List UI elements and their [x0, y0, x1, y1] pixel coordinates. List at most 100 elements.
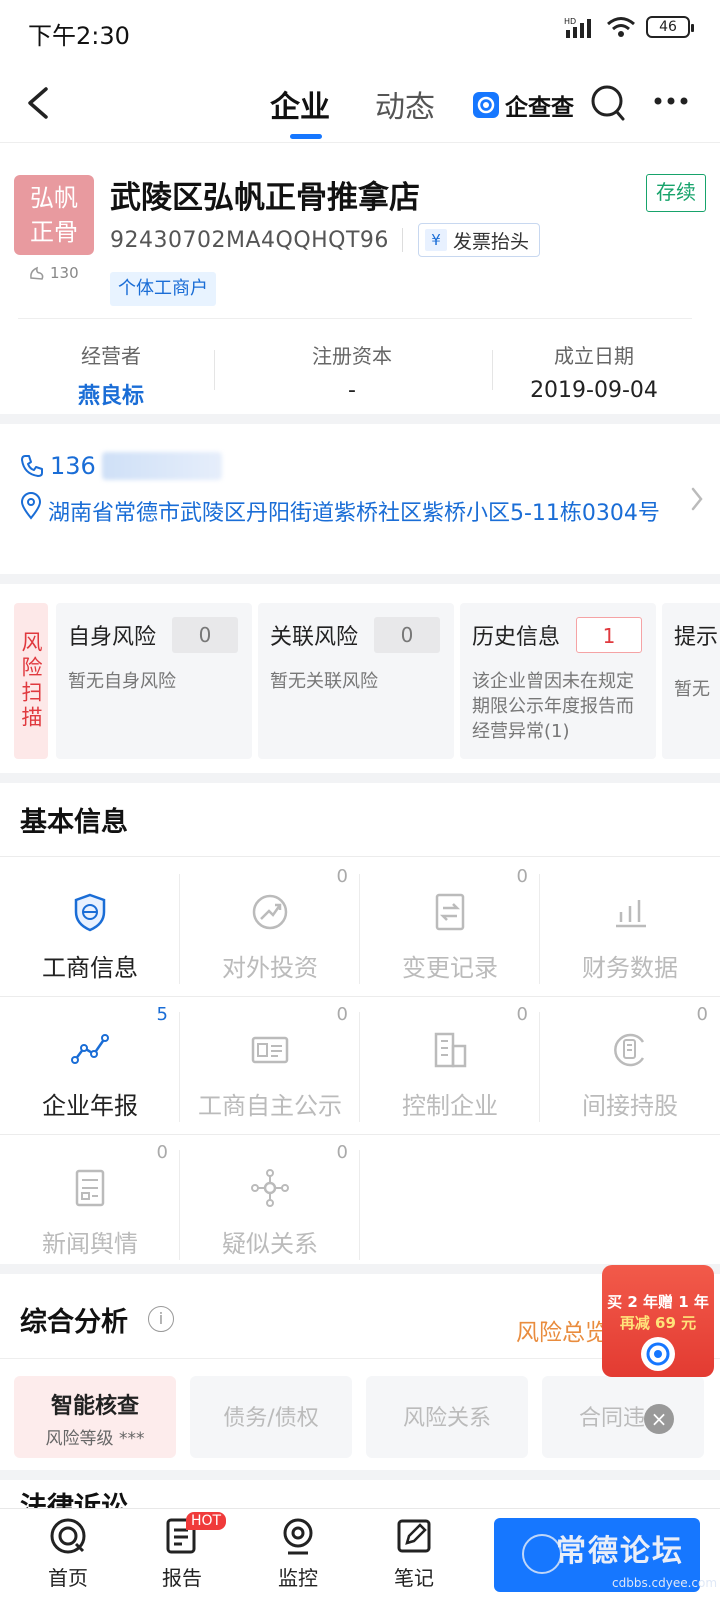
risk-card-desc: 暂无	[674, 679, 710, 700]
stat-separator	[492, 350, 493, 390]
grid-item-investment[interactable]: 0 对外投资	[180, 860, 360, 998]
grid-item-label: 工商自主公示	[198, 1092, 342, 1120]
risk-card-history[interactable]: 历史信息 1 该企业曾因未在规定期限公示年度报告而经营异常(1)	[460, 603, 656, 759]
grid-item-suspected-relation[interactable]: 0 疑似关系	[180, 1136, 360, 1274]
view-count: 130	[28, 264, 79, 282]
risk-card-title: 提示	[674, 625, 719, 650]
risk-card-self[interactable]: 自身风险 0 暂无自身风险	[56, 603, 252, 759]
section-divider	[0, 414, 720, 424]
promo-close-icon[interactable]: ×	[644, 1404, 674, 1434]
analysis-card-debt[interactable]: 债务/债权	[190, 1376, 352, 1458]
grid-divider	[0, 856, 720, 857]
chevron-right-icon[interactable]	[690, 486, 704, 512]
yen-icon: ¥	[425, 229, 447, 251]
grid-item-business-info[interactable]: 工商信息	[0, 860, 180, 998]
invoice-title-button[interactable]: ¥ 发票抬头	[418, 223, 541, 257]
grid-item-label: 新闻舆情	[42, 1230, 138, 1258]
analysis-card-risk-relation[interactable]: 风险关系	[366, 1376, 528, 1458]
stat-date-value: 2019-09-04	[530, 378, 658, 403]
qcc-brand-button[interactable]: 企查查	[473, 88, 574, 122]
analysis-card-contract[interactable]: 合同违约	[542, 1376, 704, 1458]
grid-item-label: 疑似关系	[222, 1230, 318, 1258]
status-badge: 存续	[646, 174, 706, 212]
info-icon[interactable]: i	[148, 1306, 174, 1332]
bottom-nav-label: 监控	[278, 1566, 318, 1590]
grid-item-financial[interactable]: 财务数据	[540, 860, 720, 998]
entity-type-tag: 个体工商户	[110, 272, 216, 306]
battery-icon: 46	[646, 16, 694, 38]
risk-card-desc: 暂无关联风险	[270, 671, 378, 692]
grid-item-annual-report[interactable]: 5 企业年报	[0, 998, 180, 1136]
id-card-icon	[250, 1030, 290, 1070]
edit-note-icon	[394, 1516, 434, 1556]
more-dots-icon	[654, 97, 688, 105]
risk-card-title: 历史信息	[472, 625, 561, 650]
bottom-nav-notes[interactable]: 笔记	[364, 1516, 464, 1591]
grid-item-count: 0	[336, 1142, 348, 1163]
risk-card-count: 0	[172, 617, 238, 653]
promo-logo-icon	[641, 1337, 675, 1371]
location-pin-icon	[20, 492, 42, 520]
grid-item-news[interactable]: 0 新闻舆情	[0, 1136, 180, 1274]
analysis-title: 综合分析	[20, 1307, 128, 1338]
risk-card-hint[interactable]: 提示 暂无	[662, 603, 720, 759]
shareholding-icon	[610, 1030, 650, 1070]
tab-active-indicator	[290, 134, 322, 139]
grid-item-label: 控制企业	[402, 1092, 498, 1120]
address-text[interactable]: 湖南省常德市武陵区丹阳街道紫桥社区紫桥小区5-11栋0304号	[48, 496, 684, 532]
analysis-card-smart-check[interactable]: 智能核查 风险等级 ***	[14, 1376, 176, 1458]
section-divider	[0, 773, 720, 783]
analysis-card-title: 智能核查	[50, 1394, 139, 1419]
hot-badge: HOT	[186, 1512, 227, 1530]
grid-item-count: 0	[156, 1142, 168, 1163]
grid-item-controlled[interactable]: 0 控制企业	[360, 998, 540, 1136]
grid-item-count: 0	[696, 1004, 708, 1025]
grid-item-change-record[interactable]: 0 变更记录	[360, 860, 540, 998]
grid-item-self-disclosure[interactable]: 0 工商自主公示	[180, 998, 360, 1136]
grid-item-count: 5	[156, 1004, 168, 1025]
shield-icon	[70, 892, 110, 932]
tab-dynamics[interactable]: 动态	[375, 82, 435, 126]
more-button[interactable]	[654, 96, 688, 106]
stat-capital-value: -	[348, 378, 356, 403]
grid-item-indirect-holding[interactable]: 0 间接持股	[540, 998, 720, 1136]
wifi-icon	[606, 16, 636, 38]
section-divider	[0, 574, 720, 584]
bottom-nav-monitor[interactable]: 监控	[248, 1516, 348, 1591]
investment-icon	[250, 892, 290, 932]
risk-card-count: 0	[374, 617, 440, 653]
bottom-nav-home[interactable]: 首页	[18, 1516, 118, 1591]
grid-item-label: 间接持股	[582, 1092, 678, 1120]
watermark-text: 常德论坛	[556, 1534, 684, 1569]
analysis-card-title: 债务/债权	[223, 1406, 319, 1431]
code-divider	[402, 228, 403, 252]
grid-item-label: 企业年报	[42, 1092, 138, 1120]
header-divider	[18, 318, 692, 319]
risk-scan-label[interactable]: 风险扫描	[14, 603, 48, 759]
analysis-card-title: 合同违约	[578, 1406, 667, 1431]
news-icon	[70, 1168, 110, 1208]
nav-divider	[0, 142, 720, 143]
phone-icon	[21, 455, 43, 477]
risk-card-related[interactable]: 关联风险 0 暂无关联风险	[258, 603, 454, 759]
home-logo-icon	[48, 1516, 88, 1556]
analysis-card-sub: 风险等级 ***	[45, 1429, 145, 1449]
phone-number: 136	[50, 452, 96, 480]
brand-label: 企查查	[505, 95, 574, 121]
search-button[interactable]	[590, 84, 626, 122]
grid-divider	[0, 996, 720, 997]
analysis-card-title: 风险关系	[402, 1406, 491, 1431]
bottom-nav-label: 首页	[48, 1566, 88, 1590]
basic-info-title: 基本信息	[20, 807, 128, 838]
promo-banner[interactable]: 买 2 年赠 1 年 再减 69 元	[602, 1265, 714, 1377]
trend-line-icon	[70, 1030, 110, 1070]
phone-row[interactable]: 136	[20, 452, 222, 480]
back-button[interactable]	[24, 86, 52, 120]
credit-code[interactable]: 92430702MA4QQHQT96	[110, 228, 389, 253]
bottom-nav-label: 笔记	[394, 1566, 434, 1590]
stat-operator-label: 经营者	[81, 344, 141, 368]
phone-redacted	[101, 452, 222, 480]
tab-enterprise[interactable]: 企业	[270, 82, 330, 126]
stat-operator-value[interactable]: 燕良标	[21, 378, 201, 410]
risk-overview-link[interactable]: 风险总览	[516, 1313, 608, 1347]
